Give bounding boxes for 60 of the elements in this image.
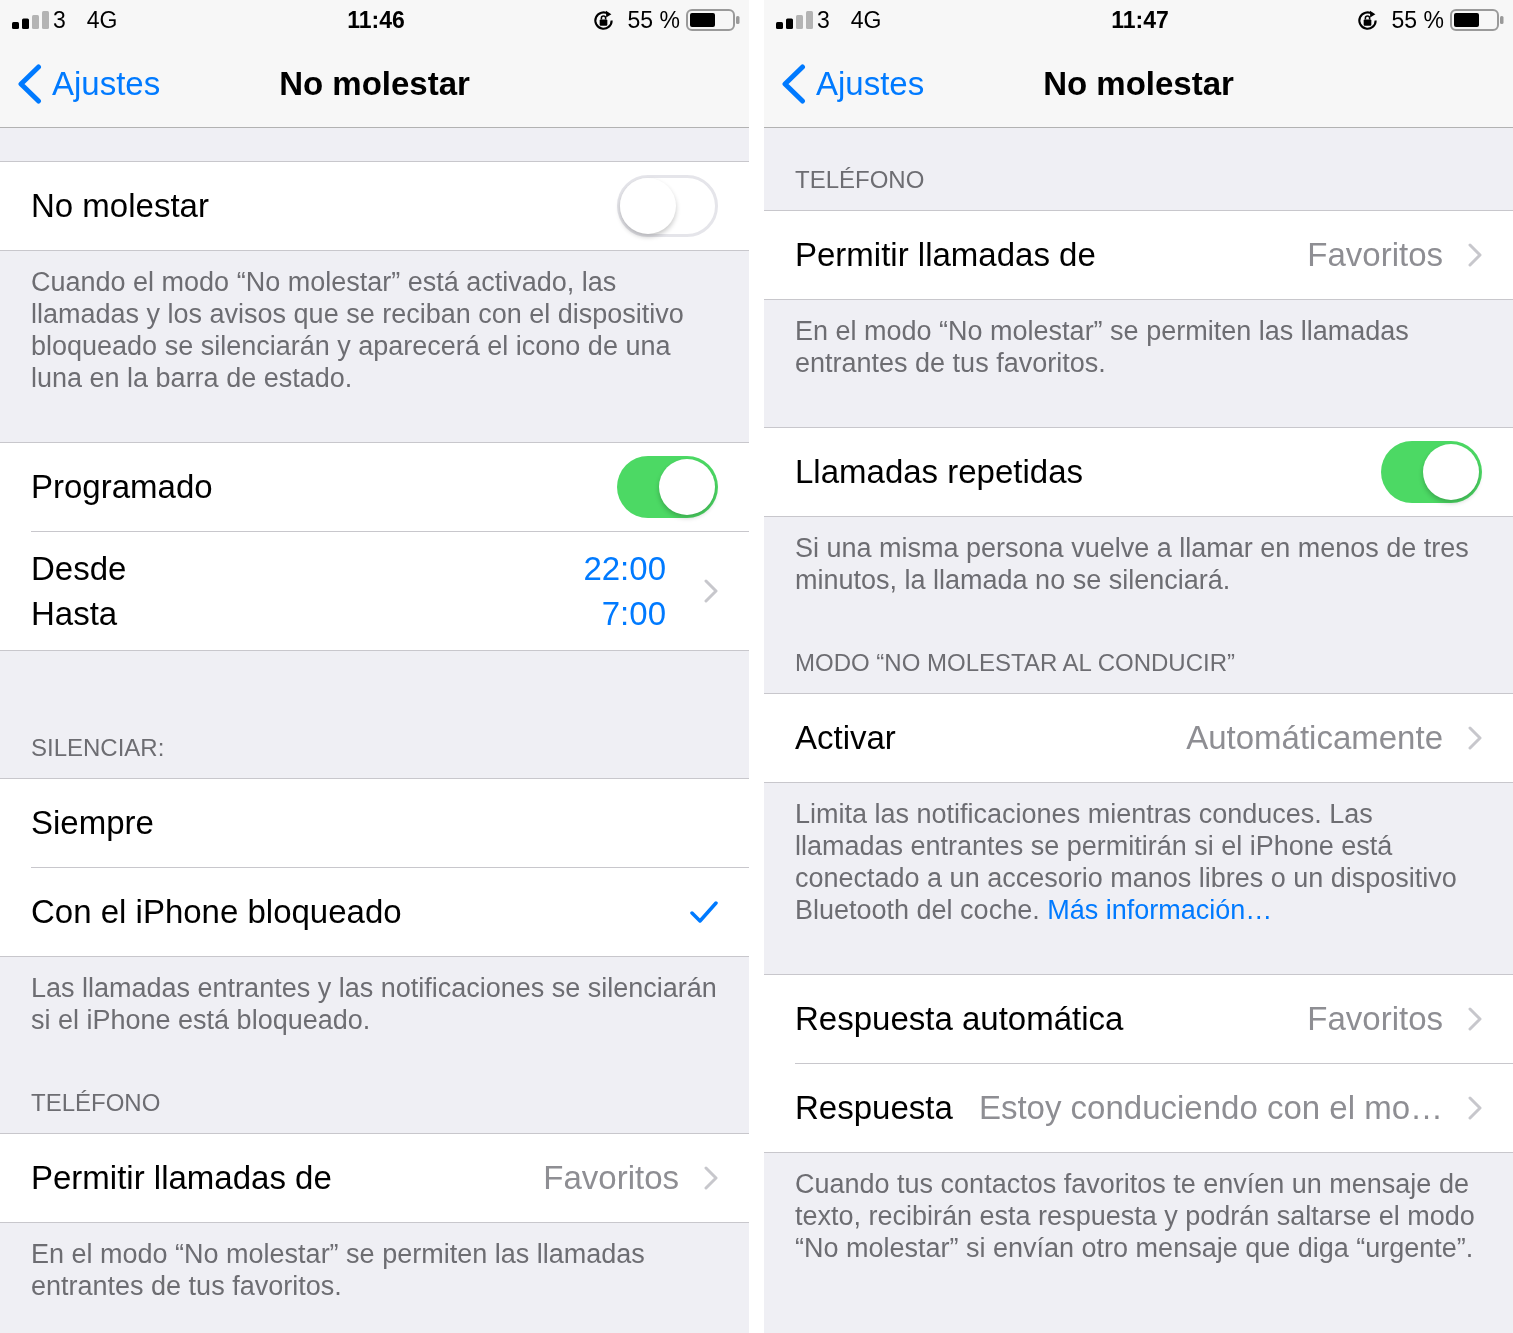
list-option[interactable]: Con el iPhone bloqueado	[0, 868, 749, 956]
list-option[interactable]: Siempre	[0, 779, 749, 867]
row-value: Favoritos	[1307, 999, 1443, 1040]
battery-icon	[686, 9, 740, 31]
chevron-icon	[1468, 243, 1482, 267]
row-label: Desde	[31, 549, 127, 589]
nav-title: No molestar	[279, 63, 470, 104]
section-footer: Cuando el modo “No molestar” está activado, las llamadas y los avisos que se reciban con el dispositivo bloqueado se silenciarán y aparecerá el icono de una luna en la barra de estado.	[0, 251, 749, 442]
row-label: Llamadas repetidas	[795, 452, 1083, 493]
clock-time: 11:47	[1111, 5, 1169, 35]
section-footer: Si una misma persona vuelve a llamar en menos de tres minutos, la llamada no se silenciará.	[764, 517, 1513, 644]
row-value: Favoritos	[1307, 235, 1443, 276]
row-label: No molestar	[31, 186, 209, 227]
carrier-label: 3	[817, 5, 830, 35]
chevron-icon	[1468, 726, 1482, 750]
row-value: Automáticamente	[1186, 718, 1443, 759]
row-label[interactable]: Activar	[795, 713, 896, 763]
row-label: Programado	[31, 467, 213, 508]
signal-icon	[12, 11, 50, 29]
section-footer: Limita las notificaciones mientras conduces. Las llamadas entrantes se permitirán si el iPhone está conectado a un accesorio manos libres o un dispositivo Bluetooth del coche. Más información…	[764, 783, 1513, 974]
section-footer: Cuando tus contactos favoritos te envíen un mensaje de texto, recibirán esta respuesta y podrán saltarse el modo “No molestar” si envían otro mensaje que diga “urgente”.	[764, 1153, 1513, 1264]
toggle-switch[interactable]	[617, 175, 718, 237]
clock-time: 11:46	[347, 5, 405, 35]
back-chevron-icon	[17, 63, 42, 104]
time-value[interactable]: 22:00	[583, 546, 666, 591]
network-label: 4G	[850, 5, 882, 35]
toggle-switch[interactable]	[1381, 441, 1482, 503]
time-value[interactable]: 7:00	[601, 591, 666, 636]
battery-percent: 55 %	[627, 5, 680, 35]
chevron-icon	[704, 579, 718, 603]
section-header: TELÉFONO	[794, 165, 926, 195]
row-label[interactable]: Respuesta automática	[795, 994, 1124, 1044]
battery-percent: 55 %	[1391, 5, 1444, 35]
more-info-link[interactable]: Más información…	[1047, 895, 1273, 925]
nav-title: No molestar	[1043, 63, 1234, 104]
chevron-icon	[704, 1166, 718, 1190]
section-header: TELÉFONO	[30, 1088, 162, 1118]
chevron-icon	[1468, 1096, 1482, 1120]
row-value: Estoy conduciendo con el mo…	[978, 1088, 1443, 1129]
section-header: SILENCIAR:	[30, 733, 166, 763]
row-label[interactable]: Permitir llamadas de	[795, 230, 1096, 280]
battery-icon	[1450, 9, 1504, 31]
rotation-lock-icon	[1355, 8, 1379, 32]
row-label[interactable]: Respuesta	[795, 1083, 953, 1133]
row-value: Favoritos	[543, 1158, 679, 1199]
section-footer: Las llamadas entrantes y las notificaciones se silenciarán si el iPhone está bloqueado.	[0, 957, 749, 1084]
signal-icon	[776, 11, 814, 29]
toggle-switch[interactable]	[617, 456, 718, 518]
network-label: 4G	[86, 5, 118, 35]
back-button[interactable]: Ajustes	[781, 58, 925, 109]
back-button[interactable]: Ajustes	[17, 58, 161, 109]
chevron-icon	[1468, 1007, 1482, 1031]
row-label: Hasta	[31, 594, 118, 634]
section-header: MODO “NO MOLESTAR AL CONDUCIR”	[794, 648, 1237, 678]
row-label[interactable]: Permitir llamadas de	[31, 1153, 332, 1203]
section-footer: En el modo “No molestar” se permiten las llamadas entrantes de tus favoritos.	[764, 300, 1513, 427]
carrier-label: 3	[53, 5, 66, 35]
back-chevron-icon	[781, 63, 806, 104]
section-footer: En el modo “No molestar” se permiten las llamadas entrantes de tus favoritos.	[0, 1223, 749, 1302]
rotation-lock-icon	[591, 8, 615, 32]
